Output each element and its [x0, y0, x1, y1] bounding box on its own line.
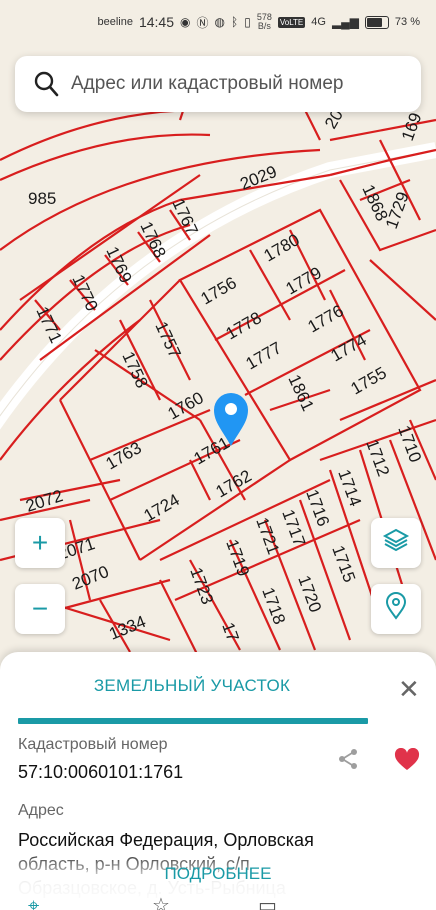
status-bar: beeline 14:45 ◉ Ⓝ ◍ ᛒ ▯ 578 B/s VoLTE 4G …	[0, 0, 436, 44]
parcel-number: 985	[28, 189, 56, 208]
whatsapp-icon: ◉	[180, 15, 191, 29]
location-pin-icon	[384, 591, 408, 627]
documents-tab-icon[interactable]: ▭	[258, 896, 277, 910]
favorites-tab-icon[interactable]: ☆	[152, 896, 170, 910]
my-location-button[interactable]	[371, 584, 421, 634]
search-icon[interactable]	[33, 70, 59, 103]
map-tab-icon[interactable]: ⌖	[28, 896, 39, 910]
zoom-in-label: +	[31, 527, 49, 558]
network-rate: 578 B/s	[256, 12, 272, 31]
zoom-in-button[interactable]: +	[15, 518, 65, 568]
cadastral-number-value: 57:10:0060101:1761	[18, 762, 184, 782]
parcel-info-sheet: ЗЕМЕЛЬНЫЙ УЧАСТОК ✕ Кадастровый номер 57…	[0, 652, 436, 910]
network-type: 4G	[311, 16, 326, 28]
carrier-label: beeline	[97, 16, 133, 28]
battery-icon	[364, 15, 389, 29]
volte-badge: VoLTE	[277, 16, 306, 28]
bottom-navigation: ⌖ ☆ ▭	[0, 896, 436, 910]
zoom-out-label: −	[31, 593, 49, 624]
vibrate-icon: ▯	[244, 15, 251, 29]
app-icon: ◍	[214, 15, 225, 29]
sheet-tab-indicator	[18, 718, 368, 724]
nfc-icon: Ⓝ	[196, 15, 209, 30]
search-bar[interactable]: Адрес или кадастровый номер	[15, 56, 421, 112]
more-details-button[interactable]: ПОДРОБНЕЕ	[0, 864, 436, 884]
share-icon[interactable]	[336, 747, 360, 776]
address-label: Адрес	[18, 802, 64, 819]
search-input[interactable]: Адрес или кадастровый номер	[71, 73, 343, 95]
zoom-out-button[interactable]: −	[15, 584, 65, 634]
battery-percent: 73 %	[394, 16, 420, 28]
cadastral-number-label: Кадастровый номер	[18, 736, 168, 753]
clock: 14:45	[138, 14, 175, 30]
bluetooth-icon: ᛒ	[231, 15, 239, 29]
layers-icon	[382, 526, 410, 561]
sheet-title: ЗЕМЕЛЬНЫЙ УЧАСТОК	[93, 676, 291, 695]
close-icon[interactable]: ✕	[398, 676, 420, 702]
signal-icon: ▂▄▆	[331, 15, 359, 29]
layers-button[interactable]	[371, 518, 421, 568]
favorite-heart-icon[interactable]	[394, 747, 420, 777]
